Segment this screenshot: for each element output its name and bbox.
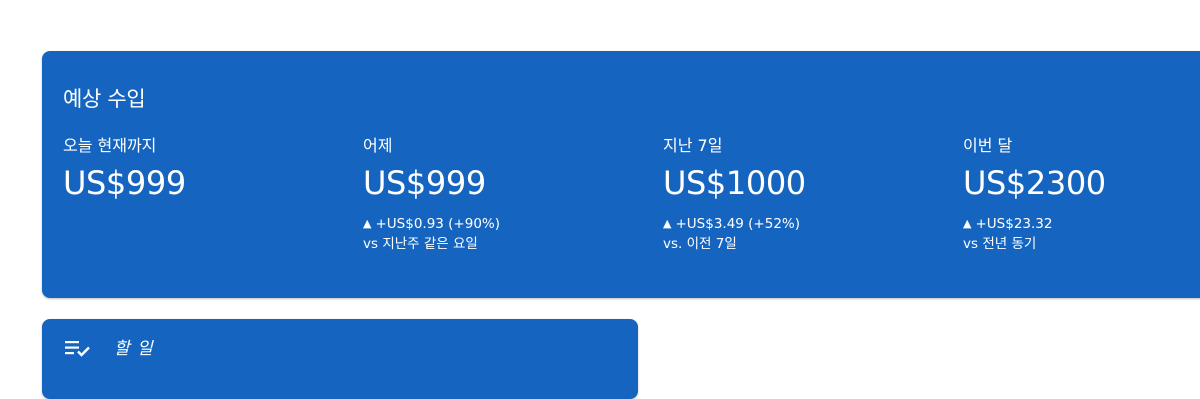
metric-change: ▲ +US$23.32 — [963, 214, 1200, 234]
metric-yesterday: 어제 US$999 ▲ +US$0.93 (+90%) vs 지난주 같은 요일 — [363, 135, 643, 254]
metric-value: US$2300 — [963, 164, 1106, 202]
todo-card[interactable]: 할 일 — [42, 319, 638, 399]
metric-label: 오늘 현재까지 — [63, 136, 157, 155]
up-arrow-icon: ▲ — [963, 217, 972, 230]
metric-value: US$1000 — [663, 164, 806, 202]
metric-label: 이번 달 — [963, 136, 1013, 155]
metric-compare: vs. 이전 7일 — [663, 236, 737, 252]
metric-last-7-days: 지난 7일 US$1000 ▲ +US$3.49 (+52%) vs. 이전 7일 — [663, 135, 943, 254]
metric-label: 지난 7일 — [663, 136, 723, 155]
metric-this-month: 이번 달 US$2300 ▲ +US$23.32 vs 전년 동기 — [963, 135, 1200, 254]
metric-change: ▲ +US$3.49 (+52%) — [663, 214, 943, 234]
metric-label: 어제 — [363, 136, 393, 155]
estimated-earnings-card: 예상 수입 오늘 현재까지 US$999 어제 US$999 ▲ +US$0.93… — [42, 51, 1200, 298]
metric-change-text: +US$3.49 (+52%) — [675, 216, 801, 232]
metric-value: US$999 — [63, 164, 186, 202]
metric-today: 오늘 현재까지 US$999 — [63, 135, 343, 202]
up-arrow-icon: ▲ — [363, 217, 372, 230]
checklist-icon — [65, 341, 90, 357]
up-arrow-icon: ▲ — [663, 217, 672, 230]
metric-change: ▲ +US$0.93 (+90%) — [363, 214, 643, 234]
metric-compare: vs 지난주 같은 요일 — [363, 236, 478, 252]
metric-value: US$999 — [363, 164, 486, 202]
metric-change-text: +US$0.93 (+90%) — [375, 216, 501, 232]
metric-compare: vs 전년 동기 — [963, 236, 1037, 252]
metric-change-text: +US$23.32 — [975, 216, 1053, 232]
card-title: 예상 수입 — [63, 87, 146, 111]
todo-title: 할 일 — [114, 339, 154, 359]
